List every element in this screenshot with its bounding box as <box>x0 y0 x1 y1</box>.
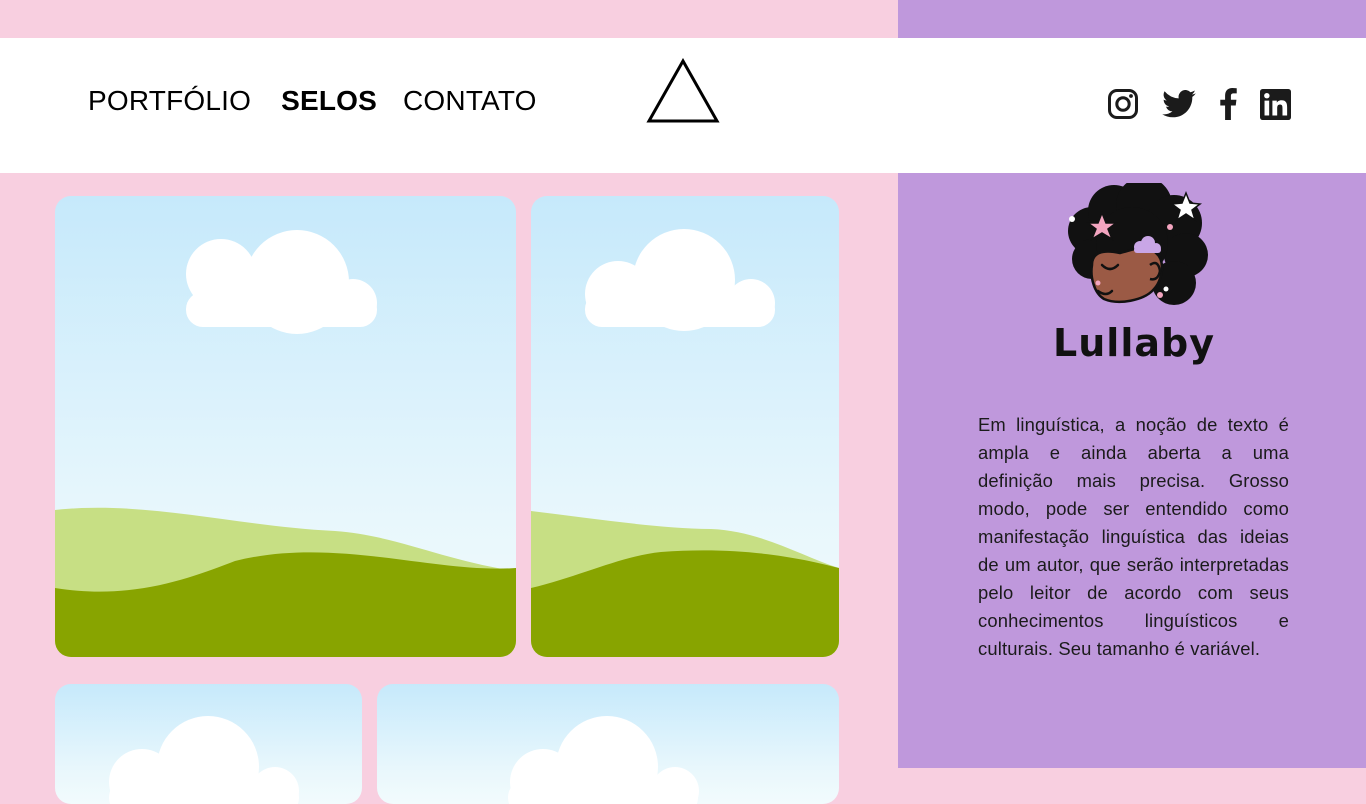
gallery-card-2[interactable] <box>531 196 839 657</box>
facebook-icon[interactable] <box>1217 88 1239 120</box>
linkedin-icon[interactable] <box>1260 89 1291 120</box>
instagram-icon[interactable] <box>1107 88 1139 120</box>
twitter-icon[interactable] <box>1162 90 1196 118</box>
gallery-card-1[interactable] <box>55 196 516 657</box>
landscape-placeholder <box>531 229 839 657</box>
landscape-placeholder <box>109 716 299 804</box>
gallery-card-3[interactable] <box>55 684 362 804</box>
brand-description: Em linguística, a noção de texto é ampla… <box>978 414 1289 660</box>
landscape-placeholder <box>55 230 516 657</box>
gallery-card-4[interactable] <box>377 684 839 804</box>
landscape-placeholder <box>508 716 699 804</box>
lullaby-mascot-illustration <box>1068 183 1208 305</box>
nav-selos[interactable]: SELOS <box>281 87 377 115</box>
brand-name: Lullaby <box>1053 321 1215 365</box>
nav-contato[interactable]: CONTATO <box>403 87 537 115</box>
triangle-logo-icon[interactable] <box>646 58 720 124</box>
nav-portfolio[interactable]: PORTFÓLIO <box>88 87 251 115</box>
main-nav: PORTFÓLIO SELOS CONTATO <box>88 87 537 115</box>
brand-wordmark: Lullaby <box>1048 316 1220 368</box>
